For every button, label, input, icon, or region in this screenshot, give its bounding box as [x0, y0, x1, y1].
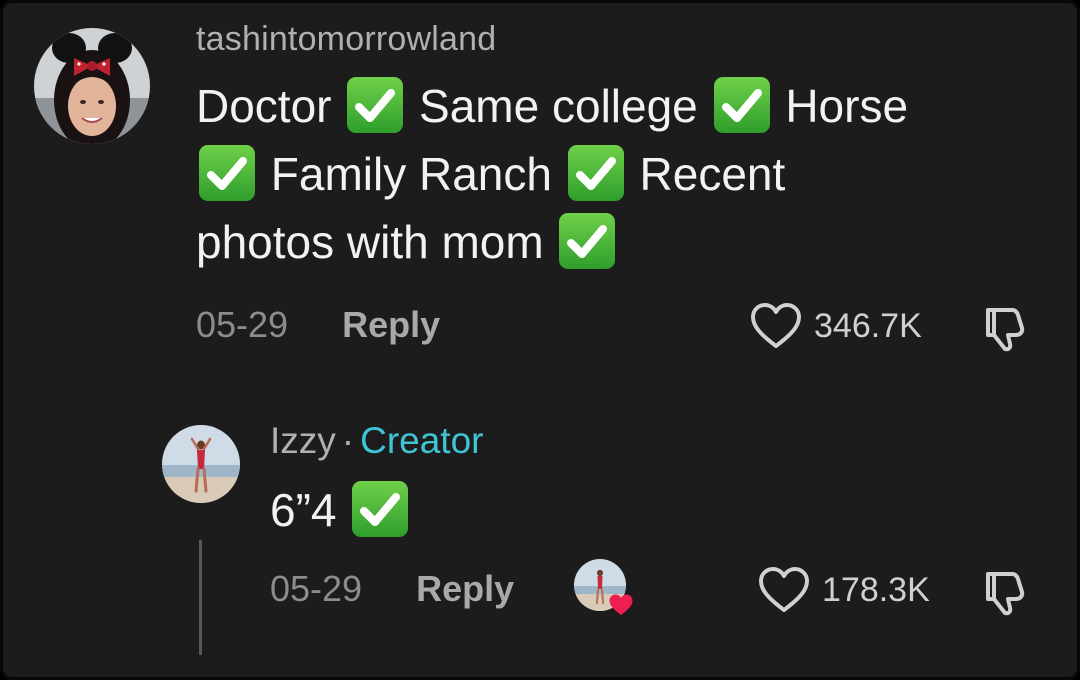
heart-outline-icon[interactable] — [758, 566, 810, 614]
reply-item: 6”4 — [270, 484, 337, 536]
reply-header: Izzy · Creator — [270, 420, 484, 462]
like-count: 178.3K — [822, 570, 930, 609]
comment-item: Recent — [639, 148, 786, 200]
like-count: 346.7K — [814, 306, 922, 345]
thumbs-down-icon[interactable] — [982, 304, 1026, 352]
check-mark-icon — [351, 480, 409, 538]
comments-panel: tashintomorrowland Doctor Same college H… — [0, 0, 1080, 680]
commenter-username[interactable]: tashintomorrowland — [196, 20, 496, 59]
creator-avatar[interactable] — [162, 425, 240, 503]
commenter-avatar[interactable] — [34, 28, 150, 144]
reply-date: 05-29 — [270, 568, 363, 609]
comment-text: Doctor Same college Horse Family Ranch R… — [196, 72, 908, 276]
reply-button[interactable]: Reply — [342, 304, 440, 346]
comment-item: Same college — [419, 80, 698, 132]
check-mark-icon — [198, 144, 256, 202]
comment-meta: 05-29 Reply — [196, 304, 440, 346]
comment-line: Family Ranch Recent — [196, 140, 908, 208]
creator-username[interactable]: Izzy — [270, 420, 336, 461]
check-mark-icon — [558, 212, 616, 270]
check-mark-icon — [346, 76, 404, 134]
creator-badge: Creator — [360, 420, 484, 461]
thread-line — [199, 540, 202, 655]
comment-line: photos with mom — [196, 208, 908, 276]
reply-text: 6”4 — [270, 476, 411, 544]
reply-line: 6”4 — [270, 476, 411, 544]
comment-item: Horse — [785, 80, 909, 132]
like-button[interactable]: 178.3K — [758, 566, 930, 614]
reply-meta: 05-29 Reply — [270, 568, 514, 610]
comment-item: Family Ranch — [270, 148, 552, 200]
comment-item: photos with mom — [196, 216, 544, 268]
check-mark-icon — [567, 144, 625, 202]
like-button[interactable]: 346.7K — [750, 302, 922, 350]
check-mark-icon — [713, 76, 771, 134]
thumbs-down-icon[interactable] — [982, 568, 1026, 616]
comment-item: Doctor — [196, 80, 332, 132]
creator-liked-indicator — [574, 559, 633, 615]
comment-line: Doctor Same college Horse — [196, 72, 908, 140]
comment-date: 05-29 — [196, 304, 289, 345]
separator-dot: · — [341, 420, 355, 461]
heart-outline-icon[interactable] — [750, 302, 802, 350]
reply-button[interactable]: Reply — [416, 568, 514, 610]
creator-liked-heart-icon — [609, 594, 633, 615]
